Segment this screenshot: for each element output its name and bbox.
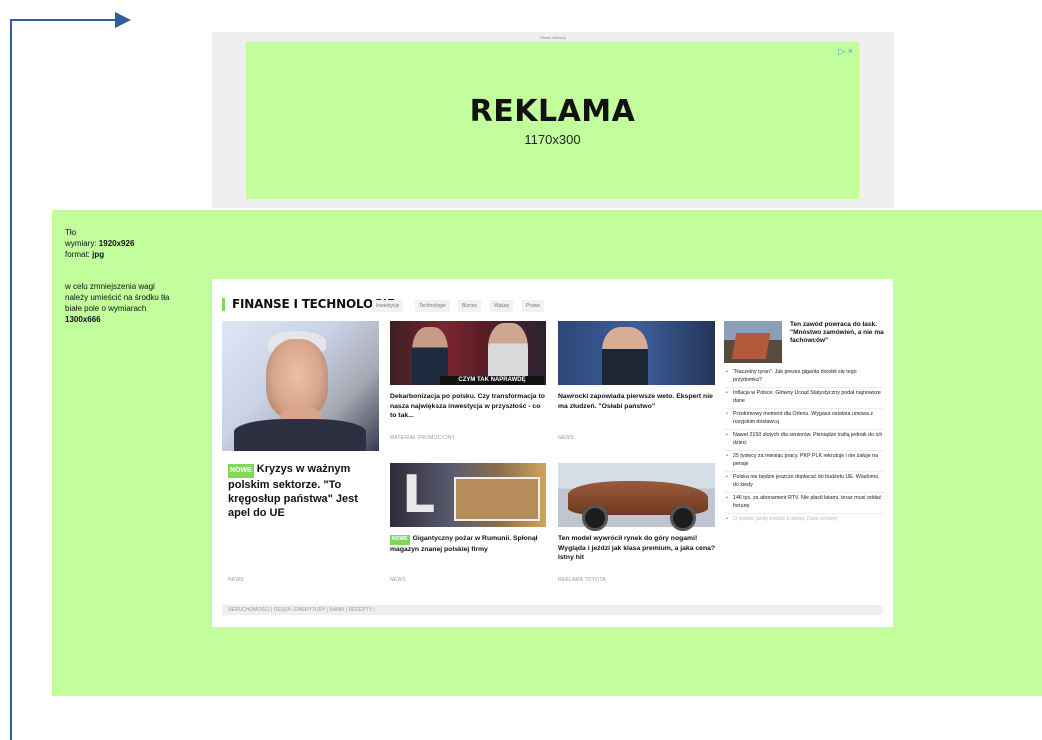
bg-title: Tło bbox=[65, 228, 77, 237]
annotation-arrow-horizontal bbox=[10, 19, 116, 21]
bg-format: format: jpg bbox=[65, 250, 105, 259]
section-title[interactable]: FINANSE I TECHNOLOGIE bbox=[232, 297, 395, 311]
article-headline[interactable]: Nawrocki zapowiada pierwsze weto. Eksper… bbox=[558, 392, 718, 411]
article-image[interactable] bbox=[558, 463, 715, 531]
article-headline[interactable]: NOWE Gigantyczny pożar w Rumunii. Spłonął… bbox=[390, 534, 548, 554]
article-image[interactable]: CZYM TAK NAPRAWDĘ bbox=[390, 321, 546, 385]
article-source: REKLAMA TOYOTA bbox=[558, 577, 606, 583]
tab-biznes[interactable]: Biznes bbox=[458, 300, 482, 312]
arrow-right-icon bbox=[115, 12, 131, 28]
ad-size: 1170x300 bbox=[524, 132, 581, 147]
main-article-image[interactable] bbox=[222, 321, 379, 451]
list-item[interactable]: 146 tys. za abonament RTV. Nie płacił la… bbox=[725, 493, 883, 514]
article-image[interactable]: L bbox=[390, 463, 546, 527]
list-item[interactable]: Inflacja w Polsce. Główny Urząd Statysty… bbox=[725, 388, 883, 409]
bg-dimensions: wymiary: 1920x926 bbox=[65, 239, 135, 248]
list-item[interactable]: 25 tysięcy za miesiąc pracy. PKP PLK rek… bbox=[725, 451, 883, 472]
list-item[interactable]: Polska nie będzie jeszcze dopłacać do bu… bbox=[725, 472, 883, 493]
tab-technologie[interactable]: Technologie bbox=[415, 300, 450, 312]
tab-prawo[interactable]: Prawo bbox=[522, 300, 545, 312]
ad-title: REKLAMA bbox=[469, 94, 636, 129]
section-accent bbox=[222, 298, 225, 311]
adchoices-icon[interactable]: ▷ × bbox=[838, 46, 853, 57]
image-caption: CZYM TAK NAPRAWDĘ bbox=[440, 376, 544, 385]
footer-links[interactable]: NERUCHOMOŚCI | DESZA | EMERYTURY | BANKI… bbox=[222, 605, 883, 615]
list-item[interactable]: O prawie jazdy będzie trudniej. Dwie zmi… bbox=[725, 514, 883, 534]
main-article-headline[interactable]: NOWE Kryzys w ważnym polskim sektorze. "T… bbox=[228, 462, 376, 520]
annotation-arrow-vertical bbox=[10, 20, 12, 740]
article-source: MATERIAŁ PROMOCYJNY bbox=[390, 435, 456, 441]
tab-waluty[interactable]: Waluty bbox=[490, 300, 514, 312]
article-source: NEWS bbox=[390, 577, 406, 583]
content-panel: FINANSE I TECHNOLOGIE Inwestycje Technol… bbox=[212, 279, 893, 627]
sidebar-lead-image[interactable] bbox=[724, 321, 782, 363]
ad-frame-caption: Strefa reklamy bbox=[540, 35, 566, 40]
list-item[interactable]: "Naczelny tyran". Jak prezes giganta dor… bbox=[725, 367, 883, 388]
sidebar-lead-headline[interactable]: Ten zawód powraca do łask. "Mnóstwo zamó… bbox=[790, 321, 884, 345]
article-headline[interactable]: Dekarbonizacja po polsku. Czy transforma… bbox=[390, 392, 548, 421]
article-source: NEWS bbox=[558, 435, 574, 441]
background-spec: Tło wymiary: 1920x926 format: jpg bbox=[65, 227, 134, 260]
article-headline[interactable]: Ten model wywrócił rynek do góry nogami!… bbox=[558, 534, 718, 563]
main-article-source: NEWS bbox=[228, 577, 244, 583]
list-item[interactable]: Nawet 2150 złotych dla seniorów. Pieniąd… bbox=[725, 430, 883, 451]
list-item[interactable]: Przełomowy moment dla Orlenu. Wygasa ost… bbox=[725, 409, 883, 430]
background-instructions: w celu zmniejszenia wagi należy umieścić… bbox=[65, 282, 170, 324]
ad-banner[interactable]: ▷ × REKLAMA 1170x300 bbox=[246, 42, 859, 199]
new-badge: NOWE bbox=[228, 464, 254, 478]
tab-inwestycje[interactable]: Inwestycje bbox=[372, 300, 404, 312]
new-badge: NOWE bbox=[390, 535, 410, 545]
article-image[interactable] bbox=[558, 321, 715, 385]
sidebar-list: "Naczelny tyran". Jak prezes giganta dor… bbox=[725, 367, 883, 534]
